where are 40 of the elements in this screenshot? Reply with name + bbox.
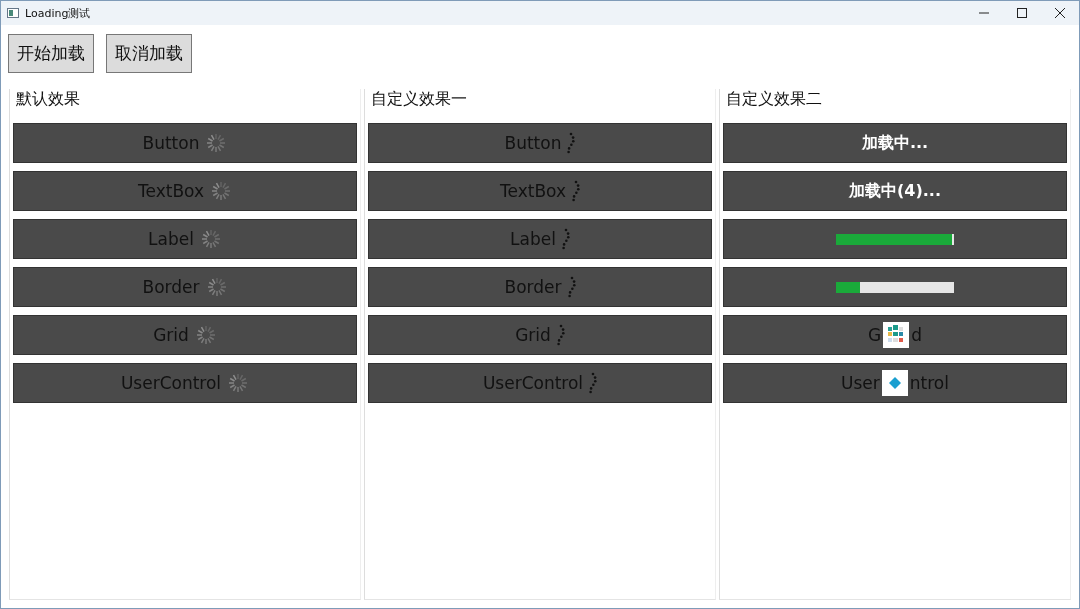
spinner-icon bbox=[199, 228, 222, 250]
spinner-icon bbox=[205, 132, 228, 154]
loading-text: 加载中(4)... bbox=[849, 180, 941, 202]
spinner-icon bbox=[205, 276, 228, 298]
maximize-icon[interactable] bbox=[1017, 8, 1027, 18]
window-title: Loading测试 bbox=[25, 5, 91, 21]
row-label: Label bbox=[148, 229, 194, 249]
close-icon[interactable] bbox=[1055, 8, 1065, 18]
panel-title: 默认效果 bbox=[15, 89, 81, 109]
row-label: ntrol bbox=[909, 373, 949, 393]
dots-spinner-icon bbox=[561, 228, 570, 250]
dots-spinner-icon bbox=[567, 132, 576, 154]
row-label: Button bbox=[142, 133, 200, 153]
panel-title: 自定义效果一 bbox=[370, 89, 468, 109]
row-label: UserControl bbox=[120, 373, 222, 393]
row-label: Label bbox=[510, 229, 556, 249]
row-label: UserControl bbox=[482, 373, 584, 393]
row-label: Grid bbox=[153, 325, 189, 345]
toolbar-button[interactable]: 开始加载 bbox=[8, 34, 94, 73]
dots-spinner-icon bbox=[556, 324, 565, 346]
row-label: TextBox bbox=[500, 181, 566, 201]
dots-spinner-icon bbox=[572, 180, 580, 202]
loading-text: 加载中... bbox=[861, 132, 929, 154]
row-label: User bbox=[841, 373, 880, 393]
row-label: TextBox bbox=[138, 181, 204, 201]
spinner-icon bbox=[227, 372, 250, 394]
app-icon bbox=[7, 8, 19, 18]
dots-spinner-icon bbox=[589, 372, 598, 394]
spinner-icon bbox=[210, 180, 232, 202]
tiles-icon bbox=[883, 322, 910, 348]
row-label: d bbox=[911, 325, 922, 345]
spinner-icon bbox=[194, 324, 217, 346]
toolbar-button[interactable]: 取消加载 bbox=[106, 34, 192, 73]
row-label: Border bbox=[504, 277, 562, 297]
row-label: Grid bbox=[515, 325, 551, 345]
row-label: Button bbox=[504, 133, 562, 153]
row-label: G bbox=[868, 325, 882, 345]
row-label: Border bbox=[142, 277, 200, 297]
panel-title: 自定义效果二 bbox=[725, 89, 823, 109]
dots-spinner-icon bbox=[567, 276, 576, 298]
